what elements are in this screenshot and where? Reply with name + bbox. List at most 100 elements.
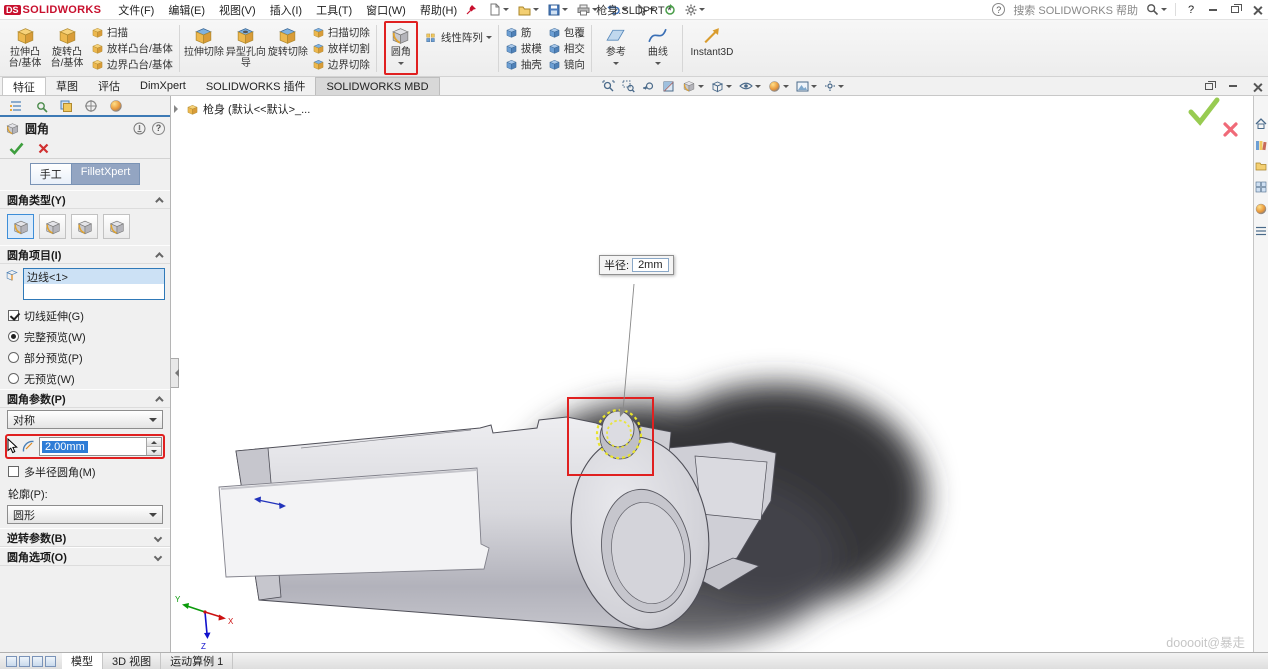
cancel-button[interactable] [38,143,49,154]
search-caret-icon[interactable] [1161,8,1167,14]
propertymanager-tab-icon[interactable] [34,99,48,113]
expand-chevron-icon[interactable] [154,552,162,560]
task-home-icon[interactable] [1255,118,1267,129]
dimxpertmanager-tab-icon[interactable] [84,99,98,113]
menu-edit[interactable]: 编辑(E) [161,1,212,19]
tab-evaluate[interactable]: 评估 [88,77,130,95]
pm-help-icon[interactable]: ? [152,122,165,135]
tangent-propagation-option[interactable]: 切线延伸(G) [0,305,170,326]
selected-edge-item[interactable]: 边线<1> [24,269,164,284]
ribbon-wrap[interactable]: 包覆 [548,25,585,40]
manual-mode-button[interactable]: 手工 [30,163,72,185]
ribbon-lofted-boss[interactable]: 放样凸台/基体 [91,41,173,56]
display-style-caret-icon[interactable] [726,85,732,91]
task-custom-properties-icon[interactable] [1255,225,1267,237]
tab-model[interactable]: 模型 [62,653,103,669]
display-style-icon[interactable] [711,80,732,93]
menu-insert[interactable]: 插入(I) [263,1,309,19]
window-restore-button[interactable] [1228,4,1242,16]
ribbon-boundary-boss[interactable]: 边界凸台/基体 [91,57,173,72]
save-caret-icon[interactable] [562,8,568,14]
no-preview-option[interactable]: 无预览(W) [0,368,170,389]
view-orientation-caret-icon[interactable] [698,85,704,91]
pin-menu-icon[interactable] [466,4,477,15]
dropdown-caret-icon[interactable] [149,418,157,426]
reference-caret-icon[interactable] [613,62,619,68]
open-document-caret-icon[interactable] [533,8,539,14]
fillet-parameters-section-header[interactable]: 圆角参数(P) [0,389,170,408]
help-bubble-icon[interactable]: ? [992,3,1005,16]
radio-icon[interactable] [8,373,19,384]
window-close-button[interactable] [1250,4,1264,16]
full-round-fillet-button[interactable] [103,214,130,239]
ribbon-swept-boss[interactable]: 扫描 [91,25,173,40]
tab-solidworks-addins[interactable]: SOLIDWORKS 插件 [196,77,316,95]
featuremanager-tree-tab-icon[interactable] [9,99,23,113]
pane-icon[interactable] [19,656,30,667]
profile-dropdown[interactable]: 圆形 [7,505,163,524]
radio-icon[interactable] [8,352,19,363]
task-appearances-icon[interactable] [1255,203,1267,215]
callout-value-input[interactable]: 2mm [632,258,668,272]
graphics-area[interactable]: 枪身 (默认<<默认>_... [171,96,1253,652]
previous-view-icon[interactable] [642,80,655,93]
new-document-button[interactable] [489,3,509,16]
options-button[interactable] [685,4,705,16]
help-search-input[interactable]: 搜索 SOLIDWORKS 帮助 [1013,2,1138,18]
menu-view[interactable]: 视图(V) [212,1,263,19]
dropdown-caret-icon[interactable] [149,513,157,521]
variable-size-fillet-button[interactable] [39,214,66,239]
print-button[interactable] [577,4,598,16]
constant-size-fillet-button[interactable] [7,214,34,239]
ribbon-mirror[interactable]: 镜向 [548,57,585,72]
zoom-area-icon[interactable] [622,80,635,93]
ribbon-rib[interactable]: 筋 [505,25,542,40]
window-help-button[interactable]: ? [1184,4,1198,16]
ribbon-hole-wizard[interactable]: 异型孔向导 [225,22,267,75]
expand-chevron-icon[interactable] [154,533,162,541]
menu-tools[interactable]: 工具(T) [309,1,359,19]
hide-show-caret-icon[interactable] [755,85,761,91]
multi-radius-option[interactable]: 多半径圆角(M) [0,461,170,482]
doc-restore-button[interactable] [1202,80,1216,92]
displaymanager-tab-icon[interactable] [109,99,123,113]
task-file-explorer-icon[interactable] [1255,161,1267,171]
ribbon-extruded-boss[interactable]: 拉伸凸台/基体 [4,22,46,75]
spinner-up-icon[interactable] [147,438,161,447]
menu-file[interactable]: 文件(F) [111,1,161,19]
edit-appearance-icon[interactable] [768,80,789,93]
checkbox-icon[interactable] [8,466,19,477]
spinner-down-icon[interactable] [147,447,161,455]
radius-callout[interactable]: 半径: 2mm [599,255,674,275]
view-orientation-icon[interactable] [682,79,704,93]
checkbox-checked-icon[interactable] [8,310,19,321]
view-settings-icon[interactable] [824,80,844,92]
task-view-palette-icon[interactable] [1255,181,1267,193]
view-settings-caret-icon[interactable] [838,85,844,91]
tab-sketch[interactable]: 草图 [46,77,88,95]
task-design-library-icon[interactable] [1255,139,1267,151]
ribbon-lofted-cut[interactable]: 放样切割 [312,41,370,56]
ribbon-revolved-cut[interactable]: 旋转切除 [267,22,309,75]
radius-value-input[interactable]: 2.00mm [39,437,162,456]
pane-icon[interactable] [45,656,56,667]
doc-close-button[interactable] [1250,80,1264,92]
full-preview-option[interactable]: 完整预览(W) [0,326,170,347]
keep-visible-pin-icon[interactable] [133,122,146,135]
search-icon[interactable] [1146,3,1167,16]
ribbon-reference-geometry[interactable]: 参考 [595,22,637,75]
fillet-options-section-header[interactable]: 圆角选项(O) [0,547,170,566]
ribbon-draft[interactable]: 拔模 [505,41,542,56]
ribbon-curves[interactable]: 曲线 [637,22,679,75]
ribbon-boundary-cut[interactable]: 边界切除 [312,57,370,72]
edges-selection-list[interactable]: 边线<1> [23,268,165,300]
ribbon-revolved-boss[interactable]: 旋转凸台/基体 [46,22,88,75]
confirm-ok-icon[interactable] [1187,96,1221,126]
collapse-chevron-icon[interactable] [155,252,163,260]
window-minimize-button[interactable] [1206,4,1220,16]
collapse-chevron-icon[interactable] [155,396,163,404]
panel-splitter-handle[interactable] [171,358,179,388]
confirm-cancel-icon[interactable] [1222,121,1239,138]
ribbon-intersect[interactable]: 相交 [548,41,585,56]
zoom-fit-icon[interactable] [602,80,615,93]
